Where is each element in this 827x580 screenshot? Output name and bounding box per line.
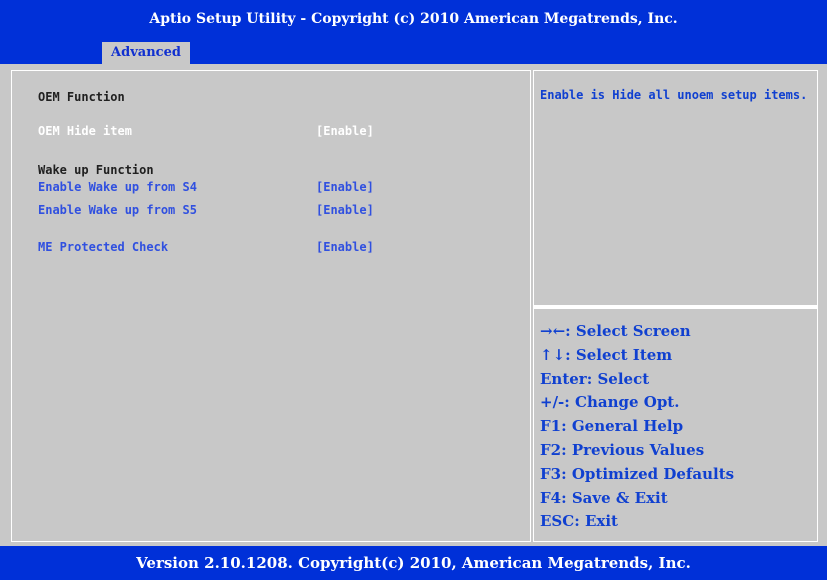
wake-s5-value[interactable]: [Enable]: [316, 203, 374, 217]
oem-hide-item-value[interactable]: [Enable]: [316, 124, 374, 138]
help-panel: [533, 70, 818, 306]
key-save-exit: F4: Save & Exit: [540, 488, 668, 507]
key-previous-values: F2: Previous Values: [540, 440, 705, 459]
key-change-opt: +/-: Change Opt.: [540, 393, 680, 412]
settings-panel: [11, 70, 531, 542]
key-esc-exit: ESC: Exit: [540, 512, 618, 531]
me-protected-check-label[interactable]: ME Protected Check: [38, 240, 168, 254]
help-description: Enable is Hide all unoem setup items.: [540, 88, 808, 102]
key-legend: →←: Select Screen ↑↓: Select Item Enter:…: [540, 320, 734, 534]
oem-function-heading: OEM Function: [38, 90, 125, 104]
wake-s4-value[interactable]: [Enable]: [316, 180, 374, 194]
key-select-item: ↑↓: Select Item: [540, 345, 673, 364]
wake-s4-label[interactable]: Enable Wake up from S4: [38, 180, 197, 194]
key-enter-select: Enter: Select: [540, 369, 650, 388]
oem-hide-item-label[interactable]: OEM Hide item: [38, 124, 132, 138]
wake-up-function-heading: Wake up Function: [38, 163, 154, 177]
key-general-help: F1: General Help: [540, 417, 684, 436]
key-optimized-defaults: F3: Optimized Defaults: [540, 464, 735, 483]
me-protected-check-value[interactable]: [Enable]: [316, 240, 374, 254]
title-bar: Aptio Setup Utility - Copyright (c) 2010…: [149, 11, 678, 27]
tab-advanced[interactable]: Advanced: [102, 42, 190, 64]
tab-strip: Advanced: [0, 38, 827, 64]
version-footer: Version 2.10.1208. Copyright(c) 2010, Am…: [136, 554, 691, 572]
bios-screen: Aptio Setup Utility - Copyright (c) 2010…: [0, 0, 827, 580]
wake-s5-label[interactable]: Enable Wake up from S5: [38, 203, 197, 217]
key-select-screen: →←: Select Screen: [540, 322, 691, 340]
